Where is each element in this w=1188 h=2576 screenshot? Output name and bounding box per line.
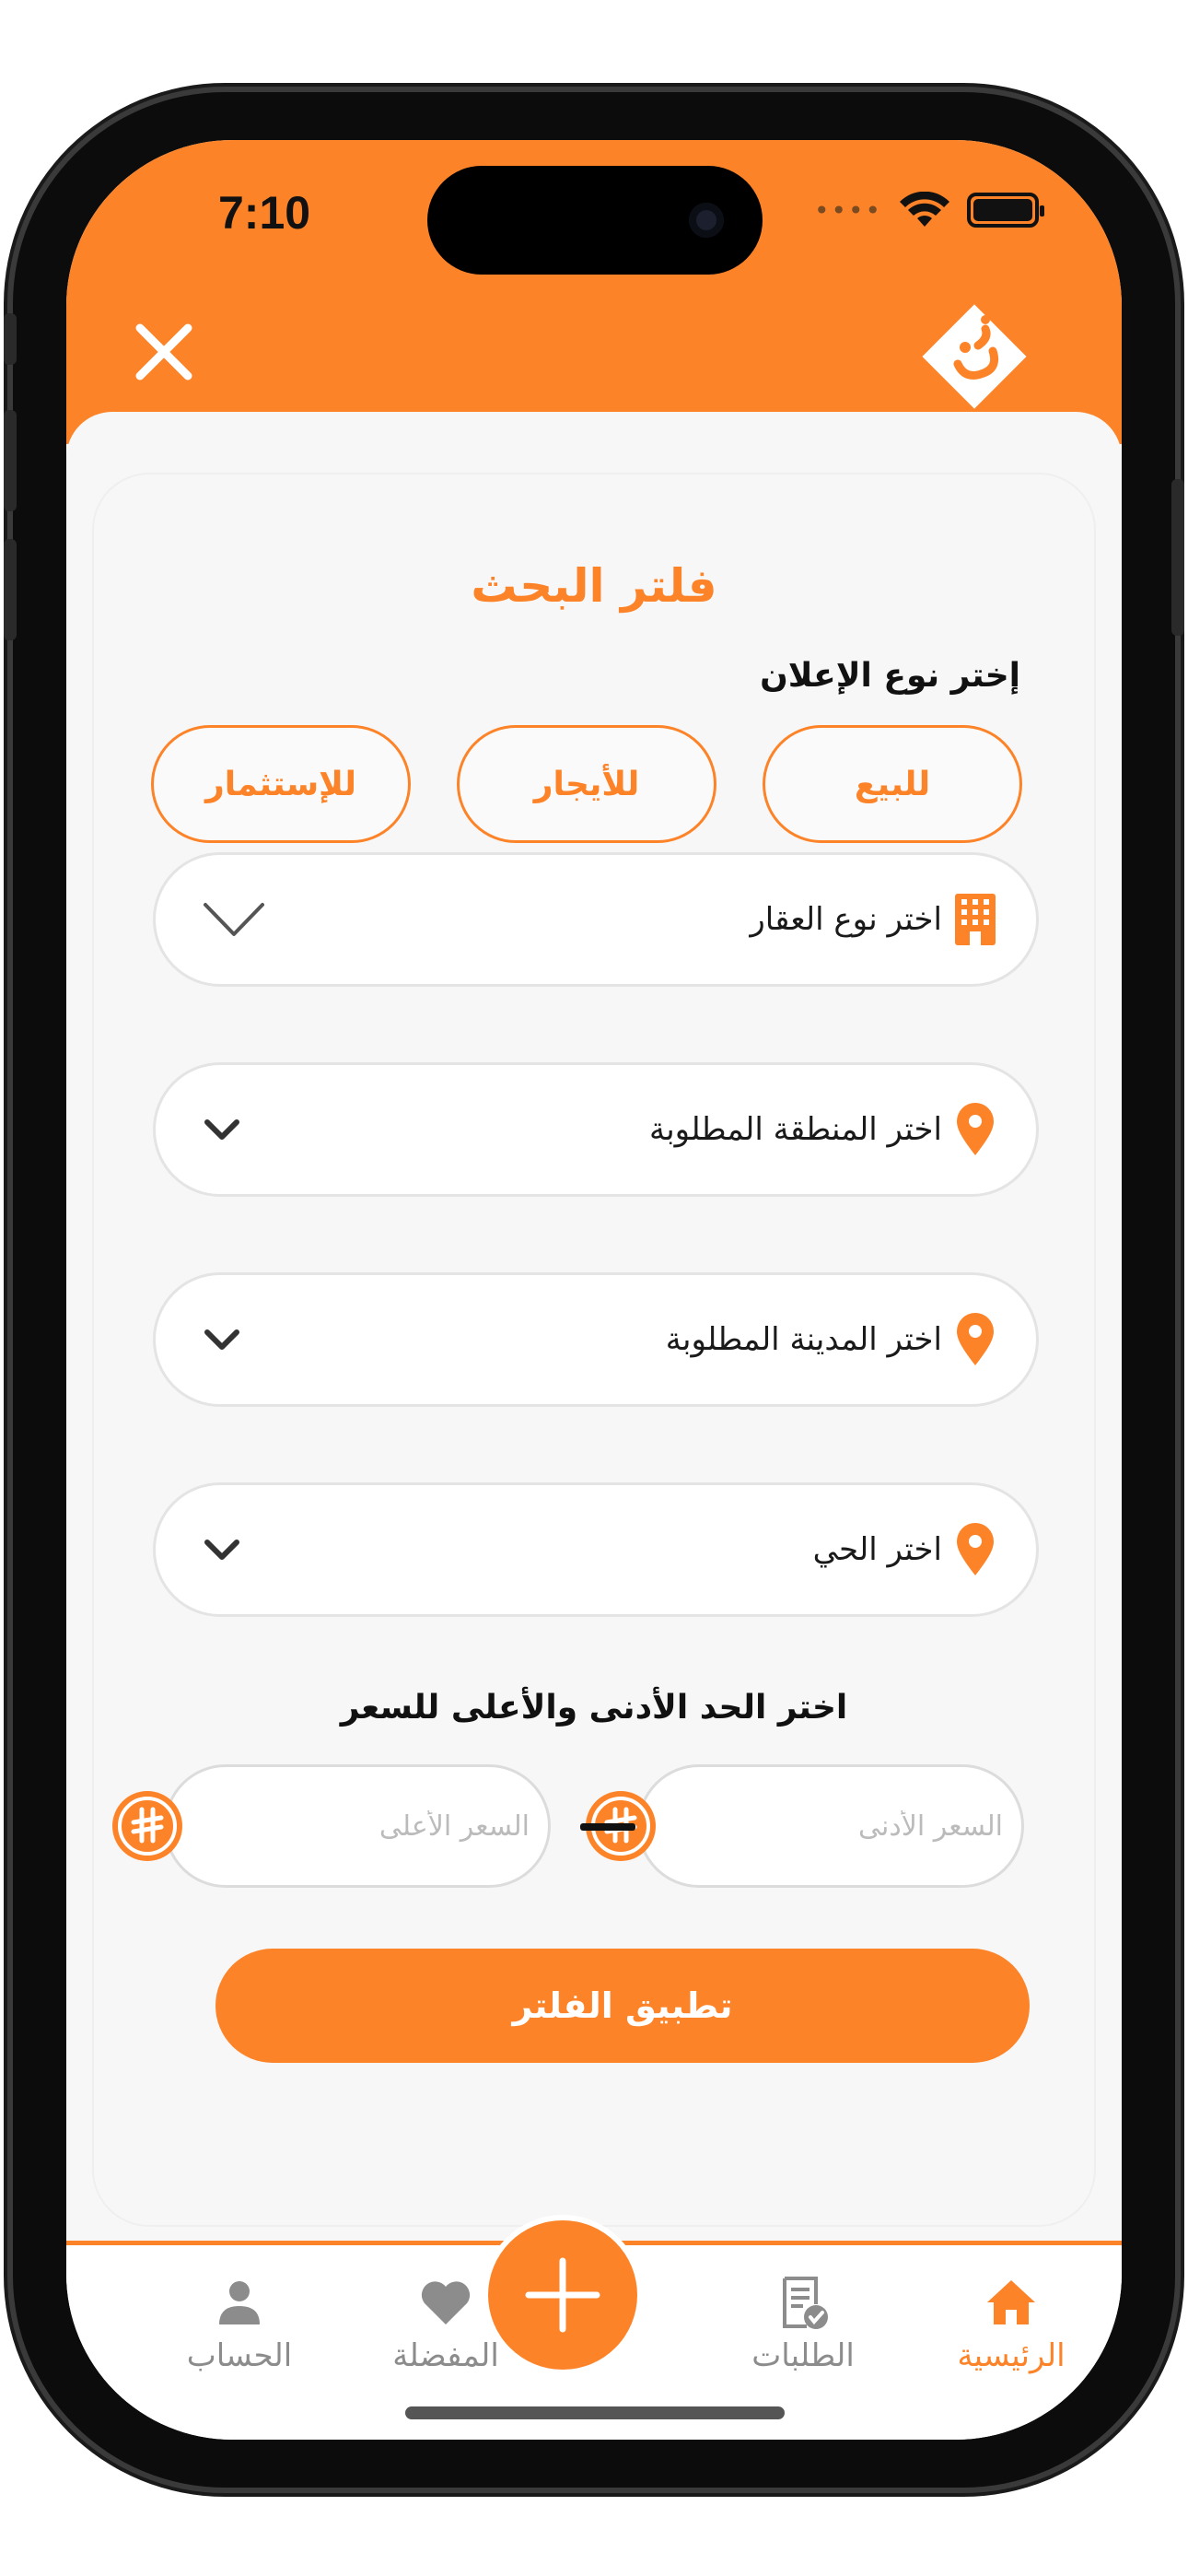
max-price-input[interactable] xyxy=(186,1809,530,1843)
location-pin-icon xyxy=(957,1103,994,1155)
battery-icon xyxy=(967,193,1044,228)
home-icon xyxy=(987,2280,1035,2324)
volume-down-button xyxy=(4,539,17,640)
receipt-icon xyxy=(783,2277,828,2329)
mute-switch xyxy=(4,313,17,365)
district-dropdown[interactable]: اختر الحي xyxy=(153,1482,1039,1617)
chevron-down-icon xyxy=(204,1540,239,1560)
apply-filter-button[interactable]: تطبيق الفلتر xyxy=(215,1949,1030,2063)
close-icon xyxy=(135,323,192,381)
tab-account-label: الحساب xyxy=(186,2337,293,2374)
city-placeholder: اختر المدينة المطلوبة xyxy=(665,1321,942,1358)
status-icons: •••• xyxy=(813,192,1044,228)
wifi-icon xyxy=(900,192,949,227)
tab-favorites-label: المفضلة xyxy=(392,2337,499,2374)
max-price-field xyxy=(112,1764,551,1888)
volume-up-button xyxy=(4,410,17,511)
tab-home-label: الرئيسية xyxy=(957,2337,1066,2374)
ad-type-options: للبيع للأيجار للإستثمار xyxy=(151,725,1022,843)
property-type-placeholder: اختر نوع العقار xyxy=(750,901,942,938)
filter-card: فلتر البحث إختر نوع الإعلان للبيع للأيجا… xyxy=(94,474,1094,2225)
price-range-label: اختر الحد الأدنى والأعلى للسعر xyxy=(340,1689,848,1727)
city-dropdown[interactable]: اختر المدينة المطلوبة xyxy=(153,1272,1039,1407)
tab-orders-label: الطلبات xyxy=(751,2337,855,2374)
tab-orders[interactable]: الطلبات xyxy=(711,2245,895,2374)
cellular-signal-icon: •••• xyxy=(813,194,882,226)
building-icon xyxy=(955,894,996,945)
chevron-down-icon xyxy=(204,903,264,936)
filter-content: فلتر البحث إختر نوع الإعلان للبيع للأيجا… xyxy=(66,412,1122,2254)
page-title: فلتر البحث xyxy=(471,559,717,613)
home-indicator xyxy=(405,2406,785,2419)
app-logo xyxy=(922,304,1027,409)
heart-icon xyxy=(421,2281,471,2324)
status-time: 7:10 xyxy=(218,187,311,239)
min-price-input[interactable] xyxy=(659,1809,1003,1843)
camera-icon xyxy=(689,203,724,238)
ad-type-investment-button[interactable]: للإستثمار xyxy=(151,725,411,843)
ad-type-rent-button[interactable]: للأيجار xyxy=(457,725,716,843)
power-button xyxy=(1171,479,1184,636)
district-placeholder: اختر الحي xyxy=(812,1531,942,1568)
chevron-down-icon xyxy=(204,1119,239,1140)
dynamic-island xyxy=(427,166,763,275)
tab-account[interactable]: الحساب xyxy=(147,2245,332,2374)
close-button[interactable] xyxy=(127,315,201,389)
ad-type-label: إختر نوع الإعلان xyxy=(760,657,1020,695)
location-pin-icon xyxy=(957,1523,994,1575)
property-type-dropdown[interactable]: اختر نوع العقار xyxy=(153,852,1039,987)
region-placeholder: اختر المنطقة المطلوبة xyxy=(648,1111,942,1148)
top-header: 7:10 •••• xyxy=(66,140,1122,444)
plus-icon xyxy=(525,2257,600,2333)
range-separator xyxy=(580,1823,635,1831)
app-screen: 7:10 •••• فلتر البحث إختر نوع الإعلان لل… xyxy=(66,140,1122,2440)
currency-icon xyxy=(112,1791,182,1861)
tab-home[interactable]: الرئيسية xyxy=(919,2245,1103,2374)
chevron-down-icon xyxy=(204,1329,239,1350)
min-price-field xyxy=(586,1764,1024,1888)
ad-type-sale-button[interactable]: للبيع xyxy=(763,725,1022,843)
region-dropdown[interactable]: اختر المنطقة المطلوبة xyxy=(153,1062,1039,1197)
user-icon xyxy=(219,2281,260,2324)
add-listing-button[interactable] xyxy=(488,2220,637,2370)
location-pin-icon xyxy=(957,1313,994,1365)
